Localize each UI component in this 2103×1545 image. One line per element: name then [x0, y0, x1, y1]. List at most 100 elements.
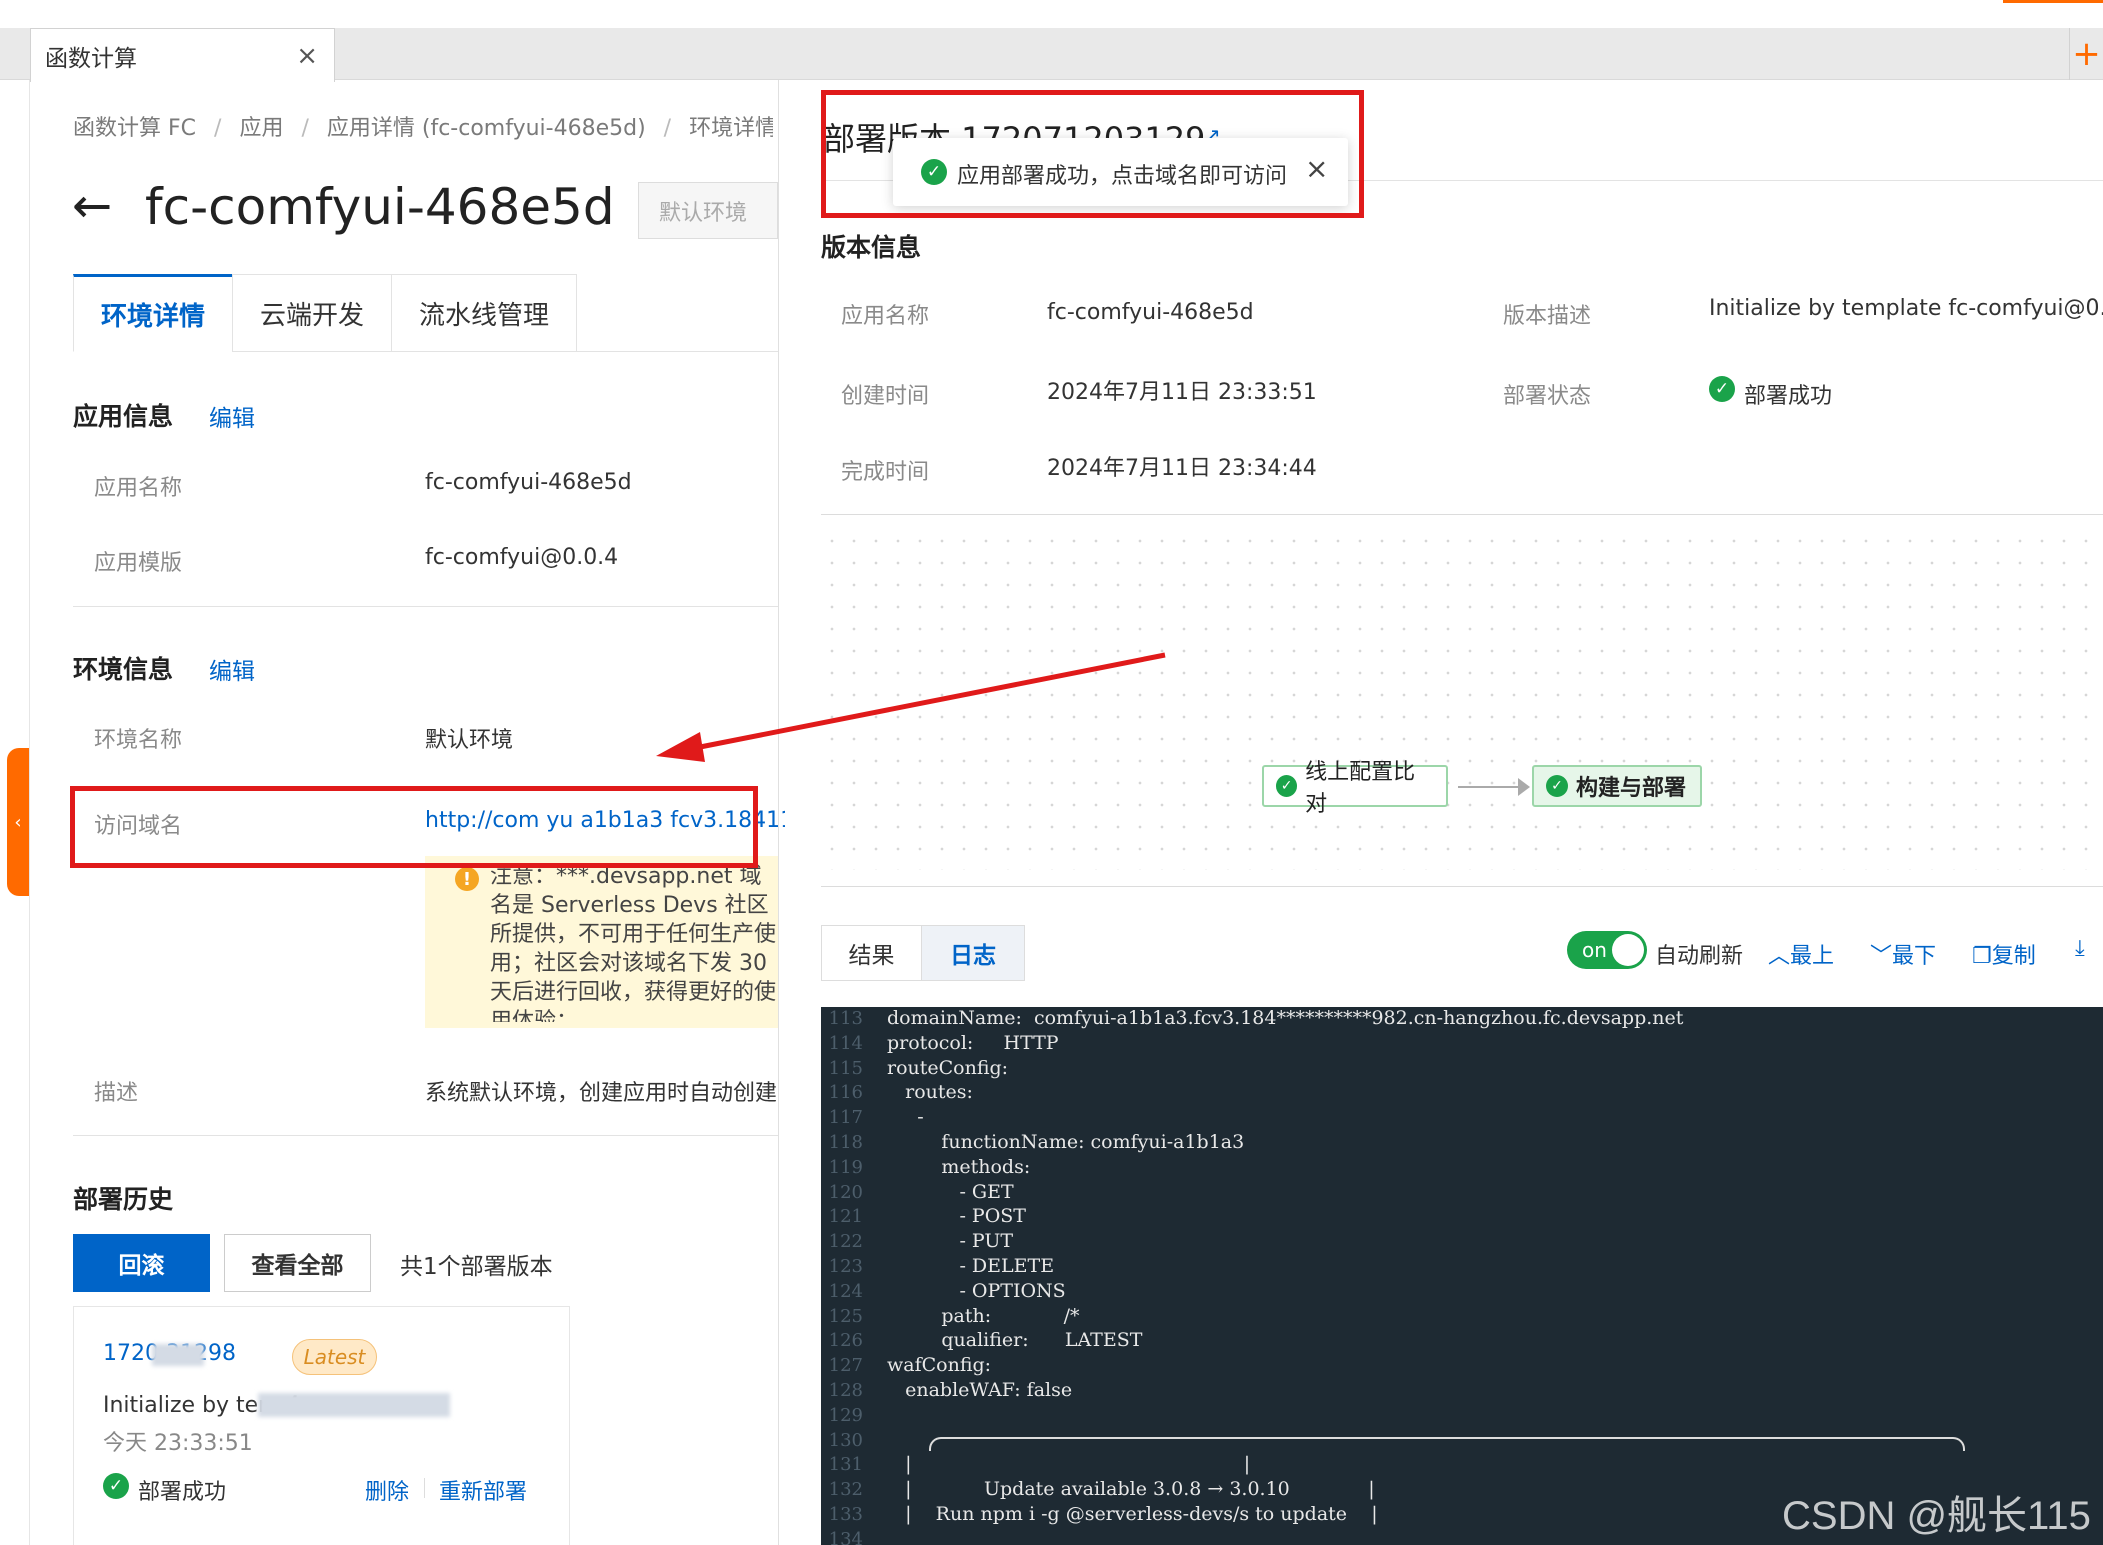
scroll-bottom-label: 最下 [1892, 944, 1937, 969]
log-line-text: - OPTIONS [887, 1279, 1066, 1302]
flow-node-label: 线上配置比对 [1305, 760, 1416, 817]
browser-tab[interactable]: 函数计算 × [30, 28, 335, 82]
history-title: 部署历史 [73, 1185, 174, 1214]
history-status: 部署成功 [138, 1480, 227, 1505]
log-line-text: - [887, 1106, 924, 1129]
new-tab-button[interactable]: + [2069, 28, 2103, 80]
log-line: 129 [821, 1404, 2103, 1429]
flow-node-build-deploy[interactable]: ✓ 构建与部署 [1532, 765, 1702, 807]
divider [821, 886, 2103, 887]
close-tab-icon[interactable]: × [296, 41, 318, 71]
back-arrow-icon[interactable]: ← [72, 182, 112, 230]
log-line-number: 123 [828, 1256, 863, 1277]
log-line-number: 133 [828, 1504, 863, 1525]
log-line: 117 - [821, 1106, 2103, 1131]
breadcrumb-item[interactable]: 环境详情 (c [689, 116, 773, 141]
log-line-number: 114 [828, 1032, 863, 1054]
log-line-number: 124 [828, 1280, 863, 1302]
app-info-title: 应用信息 [73, 402, 174, 431]
env-name-value: 默认环境 [425, 728, 514, 753]
success-check-icon: ✓ [103, 1473, 129, 1499]
log-line: 114 protocol: HTTP [821, 1032, 2103, 1057]
env-info-edit-link[interactable]: 编辑 [209, 652, 255, 686]
chevron-left-icon: ‹ [14, 811, 22, 833]
log-line-number: 129 [828, 1404, 863, 1426]
version-app-name-label: 应用名称 [841, 304, 930, 329]
log-line-number: 120 [828, 1181, 863, 1203]
result-tab[interactable]: 结果 [821, 925, 922, 981]
log-line-text: protocol: HTTP [887, 1031, 1059, 1054]
notice-text: 注意：***.devsapp.net 域名是 Serverless Devs 社… [490, 864, 777, 1022]
log-line: 131 | | [821, 1453, 2103, 1478]
success-check-icon: ✓ [1546, 775, 1568, 797]
log-line-text: routes: [887, 1081, 973, 1104]
log-line-number: 122 [828, 1231, 863, 1253]
app-template-label: 应用模版 [94, 551, 183, 576]
breadcrumb-item[interactable]: 应用详情 (fc-comfyui-468e5d) [327, 116, 646, 141]
created-time-value: 2024年7月11日 23:33:51 [1047, 380, 1317, 405]
app-template-value: fc-comfyui@0.0.4 [425, 545, 619, 570]
log-line-text: | Run npm i -g @serverless-devs/s to upd… [887, 1503, 1378, 1525]
detail-tabs: 环境详情 云端开发 流水线管理 [73, 274, 778, 352]
copy-button[interactable]: ❐复制 [1972, 938, 2036, 970]
auto-refresh-label: 自动刷新 [1655, 944, 1744, 969]
toggle-knob [1612, 934, 1644, 966]
log-line-number: 117 [828, 1107, 863, 1129]
log-line-number: 113 [828, 1008, 863, 1029]
log-line-number: 126 [828, 1330, 863, 1352]
log-line-number: 115 [828, 1057, 863, 1079]
env-info-title: 环境信息 [73, 655, 174, 684]
breadcrumb-item[interactable]: 应用 [239, 116, 283, 141]
log-line-number: 130 [828, 1429, 863, 1451]
log-tab[interactable]: 日志 [921, 925, 1025, 981]
log-line-text: - PUT [887, 1230, 1014, 1253]
log-line: 125 path: /* [821, 1305, 2103, 1330]
log-line-number: 128 [828, 1380, 863, 1401]
screenshot-stage: 函数计算 × + ‹ 函数计算 FC / 应用 / 应用详情 (fc-comfyui-4… [0, 0, 2103, 1545]
view-all-button[interactable]: 查看全部 [224, 1234, 371, 1292]
tab-pipeline[interactable]: 流水线管理 [391, 274, 577, 352]
divider [73, 1135, 778, 1136]
breadcrumb-item[interactable]: 函数计算 FC [73, 116, 196, 141]
chevron-up-icon: ︿ [1768, 944, 1791, 969]
log-line-number: 121 [828, 1206, 863, 1228]
divider [821, 514, 2103, 515]
collapse-sidebar-handle[interactable]: ‹ [7, 748, 29, 896]
breadcrumb: 函数计算 FC / 应用 / 应用详情 (fc-comfyui-468e5d) / 环境详情… [73, 110, 773, 142]
scroll-top-button[interactable]: ︿最上 [1768, 938, 1834, 970]
app-info-edit-link[interactable]: 编辑 [209, 399, 255, 433]
success-check-icon: ✓ [1276, 775, 1298, 797]
download-icon[interactable]: ⤓ [2075, 936, 2085, 961]
app-name-label: 应用名称 [94, 476, 183, 501]
toggle-label: on [1582, 938, 1607, 962]
redaction-blur [258, 1393, 450, 1417]
scroll-bottom-button[interactable]: ﹀最下 [1870, 938, 1936, 970]
log-line-number: 119 [828, 1156, 863, 1178]
log-output[interactable]: 113 domainName: comfyui-a1b1a3.fcv3.184**… [821, 1007, 2103, 1545]
pipeline-canvas [821, 530, 2103, 870]
log-line-text: - GET [887, 1180, 1014, 1203]
deploy-status-label: 部署状态 [1503, 384, 1592, 409]
env-select-button[interactable]: 默认环境 [638, 182, 778, 239]
flow-node-label: 构建与部署 [1576, 776, 1687, 801]
app-name-value: fc-comfyui-468e5d [425, 470, 632, 495]
rollback-button[interactable]: 回滚 [73, 1234, 210, 1292]
flow-connector [1458, 786, 1523, 788]
flow-node-config-compare[interactable]: ✓ 线上配置比对 [1262, 760, 1448, 817]
log-line-text: methods: [887, 1155, 1031, 1178]
delete-link[interactable]: 删除 [365, 1474, 409, 1506]
log-line: 121 - POST [821, 1205, 2103, 1230]
annotation-box [70, 786, 758, 868]
log-line: 119 methods: [821, 1156, 2103, 1181]
brand-accent-line [2003, 0, 2103, 3]
version-info-title: 版本信息 [821, 233, 922, 262]
log-line: 120 - GET [821, 1181, 2103, 1206]
tab-env-detail[interactable]: 环境详情 [73, 274, 233, 352]
redeploy-link[interactable]: 重新部署 [439, 1474, 527, 1506]
env-name-label: 环境名称 [94, 728, 183, 753]
log-line: 118 functionName: comfyui-a1b1a3 [821, 1131, 2103, 1156]
log-line: 128 enableWAF: false [821, 1379, 2103, 1404]
tab-cloud-dev[interactable]: 云端开发 [232, 274, 392, 352]
copy-label: 复制 [1991, 944, 2036, 969]
log-line-text: qualifier: LATEST [887, 1329, 1143, 1352]
